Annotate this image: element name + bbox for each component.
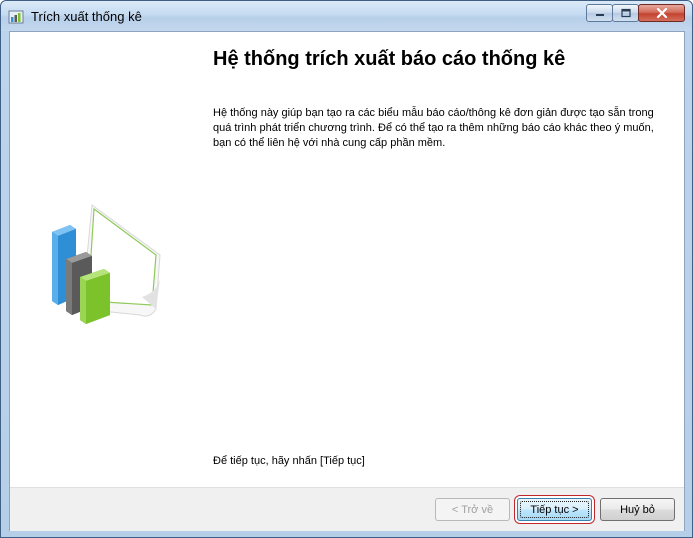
close-button[interactable] bbox=[638, 4, 685, 22]
title-bar[interactable]: Trích xuất thống kê bbox=[1, 1, 692, 31]
cancel-button-label: Huỷ bỏ bbox=[620, 503, 655, 516]
wizard-client-area: Hệ thống trích xuất báo cáo thống kê Hệ … bbox=[9, 31, 685, 531]
back-button-label: < Trở về bbox=[451, 503, 494, 516]
minimize-button[interactable] bbox=[586, 4, 613, 22]
window-title: Trích xuất thống kê bbox=[31, 9, 142, 24]
description-text: Hệ thống này giúp bạn tạo ra các biểu mẫ… bbox=[213, 107, 654, 149]
wizard-footer: < Trở về Tiếp tục > Huỷ bỏ bbox=[10, 487, 684, 531]
bar-chart-icon bbox=[52, 204, 161, 324]
app-icon bbox=[8, 10, 24, 24]
close-icon bbox=[656, 8, 667, 18]
cancel-button[interactable]: Huỷ bỏ bbox=[600, 498, 675, 521]
next-button[interactable]: Tiếp tục > bbox=[517, 498, 592, 521]
minimize-icon bbox=[595, 14, 604, 16]
wizard-content: Hệ thống trích xuất báo cáo thống kê Hệ … bbox=[10, 32, 684, 487]
wizard-window: Trích xuất thống kê Hệ thống trích xuất … bbox=[0, 0, 693, 538]
back-button[interactable]: < Trở về bbox=[435, 498, 510, 521]
maximize-button[interactable] bbox=[612, 4, 639, 22]
continue-hint: Để tiếp tục, hãy nhấn [Tiếp tục] bbox=[213, 455, 365, 467]
maximize-icon bbox=[620, 8, 631, 18]
page-title: Hệ thống trích xuất báo cáo thống kê bbox=[213, 48, 566, 70]
next-button-label: Tiếp tục > bbox=[530, 503, 579, 516]
